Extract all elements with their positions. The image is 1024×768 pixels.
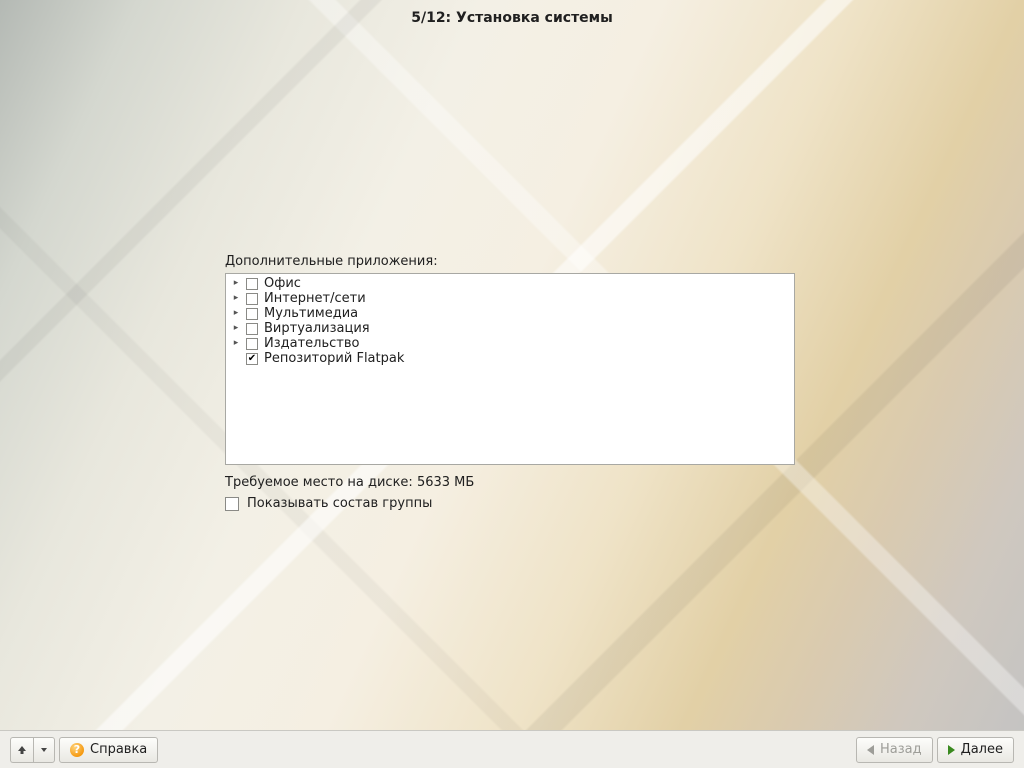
- app-group-row[interactable]: ▸ Офис: [230, 276, 790, 291]
- next-button-label: Далее: [961, 742, 1003, 757]
- app-group-row[interactable]: ▸ Издательство: [230, 336, 790, 351]
- help-button-label: Справка: [90, 742, 147, 757]
- app-group-label: Офис: [264, 276, 301, 291]
- options-dropdown-button[interactable]: [33, 737, 55, 763]
- help-button[interactable]: ? Справка: [59, 737, 158, 763]
- expand-arrow-icon[interactable]: ▸: [230, 276, 242, 291]
- app-group-checkbox[interactable]: [246, 338, 258, 350]
- app-group-checkbox[interactable]: [246, 293, 258, 305]
- app-group-row[interactable]: ▸ Интернет/сети: [230, 291, 790, 306]
- expand-arrow-icon[interactable]: ▸: [230, 336, 242, 351]
- expand-arrow-icon[interactable]: ▸: [230, 321, 242, 336]
- show-group-contents-label: Показывать состав группы: [247, 496, 432, 511]
- next-button[interactable]: Далее: [937, 737, 1014, 763]
- app-group-checkbox[interactable]: [246, 323, 258, 335]
- required-disk-space: Требуемое место на диске: 5633 МБ: [225, 475, 799, 490]
- chevron-down-icon: [40, 746, 48, 754]
- options-split-button: [10, 737, 55, 763]
- app-group-label: Издательство: [264, 336, 359, 351]
- app-group-label: Мультимедиа: [264, 306, 358, 321]
- expand-arrow-icon[interactable]: ▸: [230, 306, 242, 321]
- arrow-up-icon: [17, 745, 27, 755]
- show-group-contents-checkbox[interactable]: [225, 497, 239, 511]
- app-group-row[interactable]: Репозиторий Flatpak: [230, 351, 790, 366]
- app-group-label: Репозиторий Flatpak: [264, 351, 404, 366]
- additional-apps-listbox[interactable]: ▸ Офис ▸ Интернет/сети ▸ Мультимедиа ▸ Виртуали…: [225, 273, 795, 465]
- app-group-row[interactable]: ▸ Виртуализация: [230, 321, 790, 336]
- step-title: 5/12: Установка системы: [0, 10, 1024, 26]
- bottom-toolbar: ? Справка Назад Далее: [0, 730, 1024, 768]
- app-group-row[interactable]: ▸ Мультимедиа: [230, 306, 790, 321]
- back-button[interactable]: Назад: [856, 737, 933, 763]
- options-up-button[interactable]: [10, 737, 33, 763]
- show-group-contents-row: Показывать состав группы: [225, 496, 799, 511]
- expand-arrow-icon[interactable]: ▸: [230, 291, 242, 306]
- back-button-label: Назад: [880, 742, 922, 757]
- app-group-checkbox[interactable]: [246, 353, 258, 365]
- app-group-checkbox[interactable]: [246, 308, 258, 320]
- additional-apps-label: Дополнительные приложения:: [225, 254, 799, 269]
- app-group-checkbox[interactable]: [246, 278, 258, 290]
- next-arrow-icon: [948, 745, 955, 755]
- back-arrow-icon: [867, 745, 874, 755]
- main-content: Дополнительные приложения: ▸ Офис ▸ Интерне…: [225, 254, 799, 511]
- app-group-label: Виртуализация: [264, 321, 370, 336]
- help-icon: ?: [70, 743, 84, 757]
- app-group-label: Интернет/сети: [264, 291, 366, 306]
